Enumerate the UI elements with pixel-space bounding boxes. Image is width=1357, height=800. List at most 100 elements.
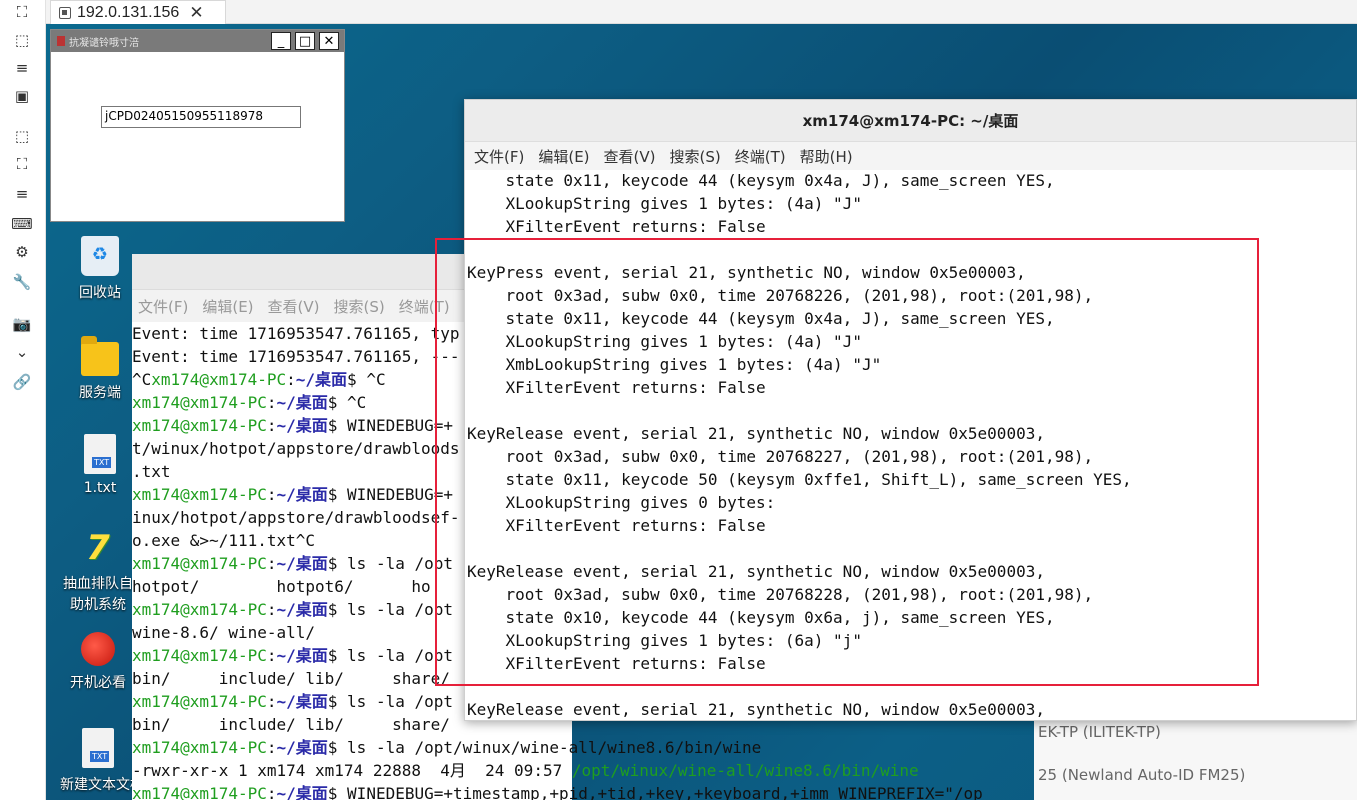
terminal-line: -rwxr-xr-x 1 xm174 xm174 22888 4月 24 09:… (132, 759, 919, 782)
fullscreen-icon[interactable]: ⬚ (12, 30, 32, 50)
window-icon[interactable]: ▣ (12, 86, 32, 106)
menu-help[interactable]: 帮助(H) (800, 146, 853, 167)
terminal-text: xm174@xm174-PC (132, 646, 267, 665)
terminal-text: xm174@xm174-PC (132, 485, 267, 504)
text-file-icon (84, 434, 116, 474)
app-seven-icon: 7 (86, 528, 110, 568)
folder-icon (81, 336, 119, 376)
terminal-text: : (266, 554, 277, 573)
menu-edit[interactable]: 编辑(E) (538, 146, 589, 167)
menu-view[interactable]: 查看(V) (604, 146, 656, 167)
keyboard-icon[interactable]: ⌨ (11, 214, 33, 234)
terminal-text: ~/桌面 (276, 646, 328, 665)
terminal-text: wine-8.6/ wine-all/ (132, 623, 316, 642)
terminal-text: $ ls -la /opt (327, 692, 454, 711)
terminal-text: : (266, 738, 277, 757)
terminal-text: $ ^C (347, 370, 386, 389)
desktop-icon-label: 开机必看 (70, 675, 126, 691)
terminal-line: XLookupString gives 1 bytes: (4a) "J" (467, 194, 862, 213)
wrench-icon[interactable]: 🔧 (12, 272, 32, 292)
terminal-text: xm174@xm174-PC (132, 600, 267, 619)
terminal-text: : (266, 416, 277, 435)
terminal-text: : (266, 784, 277, 800)
terminal-text: -rwxr-xr-x 1 xm174 xm174 22888 4月 24 09:… (132, 761, 572, 780)
remote-toolbar: ⛶ ⬚ ≡ ▣ ⬚ ⛶ ≡ ⌨ ⚙ 🔧 📷 ⌄ 🔗 (0, 0, 46, 800)
close-button[interactable]: ✕ (319, 32, 339, 50)
menu-terminal[interactable]: 终端(T) (735, 146, 786, 167)
terminal-text: bin/ include/ lib/ share/ (132, 715, 450, 734)
wine-window-title: 抗凝谴铃哦寸涪 (69, 37, 139, 49)
terminal-text: xm174@xm174-PC (132, 554, 267, 573)
device-item[interactable]: 25 (Newland Auto-ID FM25) (1038, 766, 1245, 784)
menu-edit[interactable]: 编辑(E) (202, 296, 253, 317)
terminal-text: xm174@xm174-PC (132, 692, 267, 711)
link-icon[interactable]: 🔗 (12, 372, 32, 392)
terminal-text: : (266, 393, 277, 412)
terminal-text: .txt (132, 462, 171, 481)
app-icon (57, 36, 65, 46)
text-file-icon (82, 728, 114, 768)
desktop-icon-server-folder[interactable]: 服务端 (60, 336, 140, 402)
chevron-down-icon[interactable]: ⌄ (12, 342, 32, 362)
terminal-line: XFilterEvent returns: False (467, 217, 766, 236)
terminal-text: xm174@xm174-PC (132, 738, 267, 757)
terminal-text: xm174@xm174-PC (132, 416, 267, 435)
device-item[interactable]: EK-TP (ILITEK-TP) (1038, 723, 1161, 741)
terminal-line: state 0x11, keycode 44 (keysym 0x4a, J),… (467, 171, 1055, 190)
menu-icon[interactable]: ≡ (12, 58, 32, 78)
menu-search[interactable]: 搜索(S) (670, 146, 721, 167)
minimize-button[interactable]: _ (271, 32, 291, 50)
menu-file[interactable]: 文件(F) (474, 146, 524, 167)
device-list: EK-TP (ILITEK-TP) 25 (Newland Auto-ID FM… (1034, 720, 1357, 800)
desktop-icon-queue-system[interactable]: 7 抽血排队自助机系统 (60, 528, 136, 616)
terminal-text: $ WINEDEBUG=+timestamp,+pid,+tid,+key,+k… (327, 784, 983, 800)
menu-search[interactable]: 搜索(S) (334, 296, 385, 317)
terminal-text: : (266, 692, 277, 711)
terminal-text: ~/桌面 (276, 554, 328, 573)
select-icon[interactable]: ⬚ (12, 126, 32, 146)
terminal-text: : (266, 485, 277, 504)
terminal-text: ^C (132, 370, 152, 389)
barcode-input[interactable]: jCPD02405150955118978 (101, 106, 301, 128)
terminal-text: ~/桌面 (276, 485, 328, 504)
menu-file[interactable]: 文件(F) (138, 296, 188, 317)
desktop-icon-label: 新建文本文档 (60, 777, 136, 793)
list-icon[interactable]: ≡ (12, 184, 32, 204)
terminal-line: KeyRelease event, serial 21, synthetic N… (467, 700, 1045, 719)
wine-title-bar[interactable]: 抗凝谴铃哦寸涪 _ □ ✕ (51, 30, 344, 52)
desktop-icon-startup-notes[interactable]: 开机必看 (60, 632, 136, 692)
terminal-text: xm174@xm174-PC (132, 784, 267, 800)
camera-icon[interactable]: 📷 (12, 314, 32, 334)
terminal-text: : (266, 646, 277, 665)
terminal-text: o.exe &>~/111.txt^C (132, 531, 316, 550)
desktop-icon-1txt[interactable]: 1.txt (60, 434, 140, 496)
recycle-bin-icon (81, 236, 119, 276)
remote-desktop-icon (59, 6, 71, 19)
terminal-text: $ ^C (327, 393, 367, 412)
terminal-text: inux/hotpot/appstore/drawbloodsef- (132, 508, 460, 527)
terminal-text: ~/桌面 (276, 416, 328, 435)
expand-icon[interactable]: ⛶ (12, 2, 32, 22)
wine-app-window[interactable]: 抗凝谴铃哦寸涪 _ □ ✕ jCPD02405150955118978 (50, 29, 345, 222)
terminal-text: Event: time 1716953547.761165, typ (132, 324, 460, 343)
fit-icon[interactable]: ⛶ (12, 154, 32, 174)
tab-close-icon[interactable]: ✕ (189, 3, 203, 23)
menu-view[interactable]: 查看(V) (268, 296, 320, 317)
desktop-icon-label: 服务端 (79, 385, 121, 401)
terminal-text: ~/桌面 (276, 738, 328, 757)
browser-tab-strip: 192.0.131.156 ✕ (46, 0, 1357, 24)
desktop-icon-new-text[interactable]: 新建文本文档 (60, 728, 136, 794)
tab-title: 192.0.131.156 (77, 3, 180, 21)
browser-tab[interactable]: 192.0.131.156 ✕ (50, 0, 226, 24)
settings-icon[interactable]: ⚙ (12, 242, 32, 262)
highlight-annotation-box (435, 238, 1259, 686)
terminal-text: xm174@xm174-PC (151, 370, 287, 389)
terminal-title[interactable]: xm174@xm174-PC: ~/桌面 (465, 100, 1356, 142)
desktop-icon-label: 抽血排队自助机系统 (63, 576, 133, 613)
maximize-button[interactable]: □ (295, 32, 315, 50)
terminal-text: $ ls -la /opt/winux/wine-all/wine8.6/bin… (327, 738, 762, 757)
desktop-icon-recycle-bin[interactable]: 回收站 (60, 236, 140, 302)
terminal-text: : (286, 370, 296, 389)
red-app-icon (81, 632, 115, 666)
terminal-text: ~/桌面 (276, 393, 328, 412)
